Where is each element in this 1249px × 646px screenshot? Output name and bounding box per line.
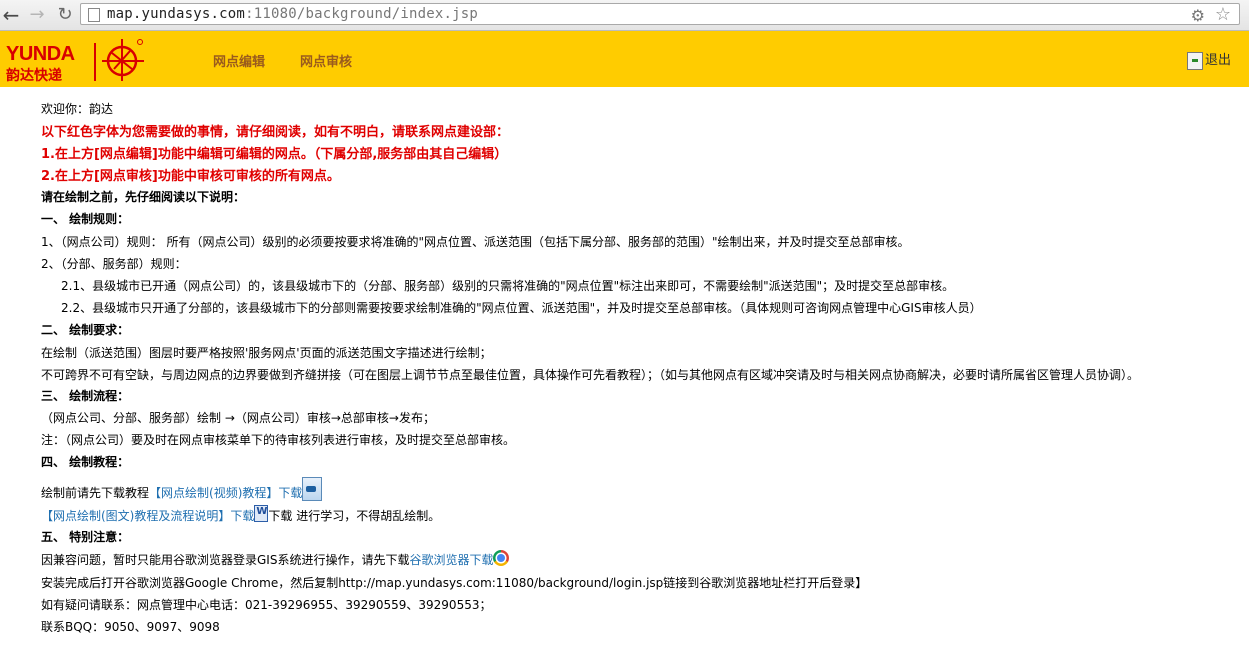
logout-icon [1186,51,1203,70]
rule-2-2: 2.2、县级城市只开通了分部的，该县级城市下的分部则需要按要求绘制准确的"网点位… [61,301,982,315]
tutorial-video-line: 绘制前请先下载教程【网点绘制(视频)教程】下载 [41,477,323,501]
rule-2: 2、（分部、服务部）规则： [41,257,187,271]
section-5-title: 五、 特别注意： [41,530,130,544]
logo-english: YUNDA [6,43,75,65]
address-bar[interactable]: map.yundasys.com:11080/background/index.… [80,3,1240,25]
section-1-title: 一、 绘制规则： [41,212,130,226]
site-header: YUNDA 韵达快递 网点编辑 网点审核 退出 [0,31,1249,87]
section-3-title: 三、 绘制流程： [41,389,130,403]
tutorial-prefix: 绘制前请先下载教程 [41,486,150,500]
section-2-title: 二、 绘制要求： [41,323,130,337]
browser-note-line: 因兼容问题，暂时只能用谷歌浏览器登录GIS系统进行操作，请先下载谷歌浏览器下载 [41,550,510,568]
intro-heading: 请在绘制之前，先仔细阅读以下说明： [41,190,246,204]
logout-label: 退出 [1204,53,1231,68]
url-text[interactable]: map.yundasys.com:11080/background/index.… [107,6,478,22]
contact-phone: 如有疑问请联系：网点管理中心电话：021-39296955、39290559、3… [41,598,492,612]
back-arrow-icon[interactable]: ← [0,4,22,26]
bookmark-star-icon[interactable]: ☆ [1215,4,1231,25]
contact-bqq: 联系BQQ：9050、9097、9098 [41,620,220,634]
browser-toolbar: ← → ↻ map.yundasys.com:11080/background/… [0,0,1249,31]
wrench-icon[interactable]: ⚙ [1191,6,1205,25]
logout-button[interactable]: 退出 [1186,49,1231,70]
chrome-download-link[interactable]: 谷歌浏览器下载 [409,553,493,567]
welcome-text: 欢迎你：韵达 [41,102,114,116]
rule-2-1: 2.1、县级城市已开通（网点公司）的，该县级城市下的（分部、服务部）级别的只需将… [61,279,955,293]
flow-step: （网点公司、分部、服务部）绘制 →（网点公司）审核→总部审核→发布； [41,411,435,425]
logo-emblem-icon [102,39,144,81]
page-icon [88,8,100,22]
yunda-logo: YUNDA 韵达快递 [6,37,146,84]
install-note: 安装完成后打开谷歌浏览器Google Chrome，然后复制http://map… [41,576,868,590]
section-4-title: 四、 绘制教程： [41,455,130,469]
tutorial-doc-line: 【网点绘制(图文)教程及流程说明】下载下载 进行学习，不得胡乱绘制。 [41,505,440,524]
logo-chinese: 韵达快递 [6,68,62,84]
chrome-icon[interactable] [493,550,510,566]
nav-site-review[interactable]: 网点审核 [300,51,352,70]
doc-tutorial-link[interactable]: 【网点绘制(图文)教程及流程说明】下载 [41,509,254,523]
nav-site-edit[interactable]: 网点编辑 [213,51,265,70]
reload-icon[interactable]: ↻ [54,4,76,26]
logo-divider [94,43,96,81]
video-tutorial-link[interactable]: 【网点绘制(视频)教程】下载 [149,486,302,500]
word-doc-icon[interactable] [254,505,269,522]
notice-red-3: 2.在上方[网点审核]功能中审核可审核的所有网点。 [41,169,340,184]
notice-red-2: 1.在上方[网点编辑]功能中编辑可编辑的网点。（下属分部,服务部由其自己编辑） [41,147,508,162]
requirement-1: 在绘制（派送范围）图层时要严格按照'服务网点'页面的派送范围文字描述进行绘制； [41,346,492,360]
video-file-icon[interactable] [302,477,323,501]
rule-1: 1、（网点公司）规则： 所有（网点公司）级别的必须要按要求将准确的"网点位置、派… [41,235,910,249]
tutorial-suffix: 下载 进行学习，不得胡乱绘制。 [268,509,441,523]
flow-note: 注：（网点公司）要及时在网点审核菜单下的待审核列表进行审核，及时提交至总部审核。 [41,433,516,447]
requirement-2: 不可跨界不可有空缺，与周边网点的边界要做到齐缝拼接（可在图层上调节节点至最佳位置… [41,368,1140,382]
browser-note-text: 因兼容问题，暂时只能用谷歌浏览器登录GIS系统进行操作，请先下载 [41,553,410,567]
forward-arrow-icon[interactable]: → [26,4,48,26]
notice-red-1: 以下红色字体为您需要做的事情，请仔细阅读，如有不明白，请联系网点建设部： [41,125,510,140]
